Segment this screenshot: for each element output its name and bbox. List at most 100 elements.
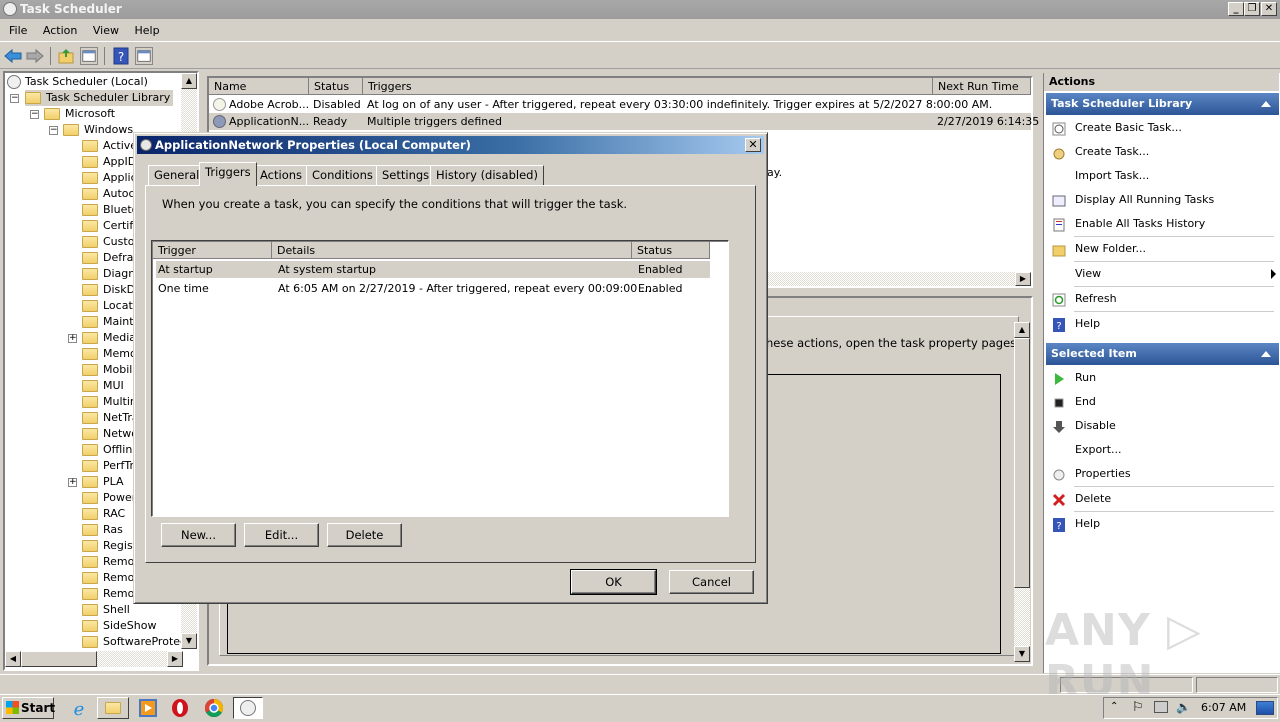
action-center-flag-icon[interactable]: ⚐ <box>1132 700 1144 715</box>
expand-folder-toggle[interactable]: + <box>68 334 77 343</box>
menu-view[interactable]: View <box>87 20 125 42</box>
scroll-right-button[interactable]: ▶ <box>167 651 183 667</box>
tab-settings[interactable]: Settings <box>376 165 436 185</box>
show-hide-console-tree-icon[interactable] <box>80 47 98 65</box>
tree-item-folder[interactable]: Multim <box>82 394 141 410</box>
task-row[interactable]: Adobe Acrob... Disabled At log on of any… <box>209 96 1029 113</box>
dialog-title-bar[interactable]: ApplicationNetwork Properties (Local Com… <box>137 136 764 154</box>
tree-item-folder[interactable]: Ras <box>82 522 123 538</box>
tree-item-folder[interactable]: SideShow <box>82 618 156 634</box>
tree-item-folder[interactable]: Mobile <box>82 362 139 378</box>
horizontal-scroll-thumb[interactable] <box>21 651 97 667</box>
tree-item-windows[interactable]: Windows <box>63 122 133 138</box>
collapse-microsoft-toggle[interactable]: − <box>30 110 39 119</box>
cancel-button[interactable]: Cancel <box>669 570 754 594</box>
restore-button[interactable]: ❐ <box>1244 2 1260 16</box>
tree-item-folder[interactable]: PLA <box>82 474 124 490</box>
tab-history[interactable]: History (disabled) <box>430 165 544 185</box>
tree-item-folder[interactable]: Active <box>82 138 137 154</box>
action-export[interactable]: Export... <box>1046 438 1276 462</box>
action-help[interactable]: ? Help <box>1046 512 1276 536</box>
action-disable[interactable]: Disable <box>1046 414 1276 438</box>
tab-general[interactable]: General <box>148 165 206 185</box>
tree-item-folder[interactable]: Mainte <box>82 314 140 330</box>
tree-item-folder[interactable]: AppID <box>82 154 136 170</box>
tab-conditions[interactable]: Conditions <box>306 165 379 185</box>
close-button[interactable]: ✕ <box>1261 2 1277 16</box>
action-refresh[interactable]: Refresh <box>1046 287 1276 311</box>
ok-button[interactable]: OK <box>570 569 657 595</box>
tab-triggers[interactable]: Triggers <box>199 162 257 186</box>
column-header-status[interactable]: Status <box>632 242 710 259</box>
tree-item-folder[interactable]: SoftwareProtecti <box>82 634 193 650</box>
clock[interactable]: 6:07 AM <box>1201 701 1246 714</box>
up-folder-icon[interactable] <box>57 47 75 65</box>
tree-item-folder[interactable]: Media <box>82 330 136 346</box>
tree-item-folder[interactable]: Blueto <box>82 202 138 218</box>
scroll-left-button[interactable]: ◀ <box>5 651 21 667</box>
tree-item-library[interactable]: Task Scheduler Library <box>25 90 174 106</box>
trigger-row-selected[interactable]: At startup At system startup Enabled <box>156 261 710 278</box>
action-end[interactable]: End <box>1046 390 1276 414</box>
scroll-right-button[interactable]: ▶ <box>1015 272 1031 286</box>
column-header-next-run-time[interactable]: Next Run Time <box>933 78 1031 95</box>
scroll-down-button[interactable]: ▼ <box>181 633 197 649</box>
action-display-all-running-tasks[interactable]: Display All Running Tasks <box>1046 188 1276 212</box>
column-header-details[interactable]: Details <box>272 242 632 259</box>
tree-item-folder[interactable]: Certifi <box>82 218 136 234</box>
network-icon[interactable] <box>1154 701 1168 713</box>
vertical-scroll-thumb[interactable] <box>1014 338 1030 588</box>
collapse-library-toggle[interactable]: − <box>10 94 19 103</box>
action-create-basic-task[interactable]: Create Basic Task... <box>1046 116 1276 140</box>
media-player-icon[interactable] <box>137 697 159 719</box>
task-scheduler-icon[interactable] <box>233 697 263 719</box>
action-new-folder[interactable]: New Folder... <box>1046 237 1276 261</box>
forward-arrow-icon[interactable] <box>26 47 44 65</box>
scroll-up-button[interactable]: ▲ <box>1014 322 1030 338</box>
tree-item-folder[interactable]: MUI <box>82 378 124 394</box>
tree-item-folder[interactable]: Power <box>82 490 136 506</box>
start-button[interactable]: Start <box>2 697 55 719</box>
chrome-icon[interactable] <box>203 697 225 719</box>
tab-actions[interactable]: Actions <box>254 165 309 185</box>
new-trigger-button[interactable]: New... <box>161 523 236 547</box>
column-header-name[interactable]: Name <box>209 78 309 95</box>
collapse-arrow-icon[interactable] <box>1261 351 1271 357</box>
action-view[interactable]: View <box>1046 262 1276 286</box>
tree-item-root[interactable]: Task Scheduler (Local) <box>7 74 148 90</box>
tree-item-folder[interactable]: Remot <box>82 554 139 570</box>
expand-folder-toggle[interactable]: + <box>68 478 77 487</box>
section-header-task-scheduler-library[interactable]: Task Scheduler Library <box>1046 93 1279 115</box>
column-header-triggers[interactable]: Triggers <box>363 78 933 95</box>
show-hide-action-pane-icon[interactable] <box>135 47 153 65</box>
action-help[interactable]: ? Help <box>1046 312 1276 336</box>
show-desktop-button[interactable] <box>1256 701 1274 715</box>
action-delete[interactable]: Delete <box>1046 487 1276 511</box>
action-enable-all-tasks-history[interactable]: Enable All Tasks History <box>1046 212 1276 236</box>
scroll-up-button[interactable]: ▲ <box>181 73 197 89</box>
action-import-task[interactable]: Import Task... <box>1046 164 1276 188</box>
edit-trigger-button[interactable]: Edit... <box>244 523 319 547</box>
internet-explorer-icon[interactable]: e <box>68 697 90 720</box>
tree-item-folder[interactable]: Remot <box>82 570 139 586</box>
tree-item-folder[interactable]: Netwo <box>82 426 138 442</box>
tree-item-folder[interactable]: Shell <box>82 602 130 618</box>
help-icon[interactable]: ? <box>112 47 130 65</box>
back-arrow-icon[interactable] <box>4 47 22 65</box>
tree-item-folder[interactable]: NetTra <box>82 410 139 426</box>
scroll-down-button[interactable]: ▼ <box>1014 646 1030 662</box>
volume-icon[interactable]: 🔈 <box>1176 700 1191 714</box>
delete-trigger-button[interactable]: Delete <box>327 523 402 547</box>
collapse-arrow-icon[interactable] <box>1261 101 1271 107</box>
tree-item-folder[interactable]: Regist <box>82 538 137 554</box>
opera-icon[interactable] <box>169 697 191 719</box>
tree-item-folder[interactable]: PerfTr <box>82 458 134 474</box>
dialog-close-button[interactable]: ✕ <box>745 138 761 152</box>
column-header-status[interactable]: Status <box>309 78 363 95</box>
action-properties[interactable]: Properties <box>1046 462 1276 486</box>
menu-help[interactable]: Help <box>128 20 165 42</box>
tree-item-folder[interactable]: Offline <box>82 442 139 458</box>
show-hidden-icons-icon[interactable]: ⌃ <box>1110 701 1118 712</box>
collapse-windows-toggle[interactable]: − <box>49 126 58 135</box>
menu-action[interactable]: Action <box>37 20 83 42</box>
